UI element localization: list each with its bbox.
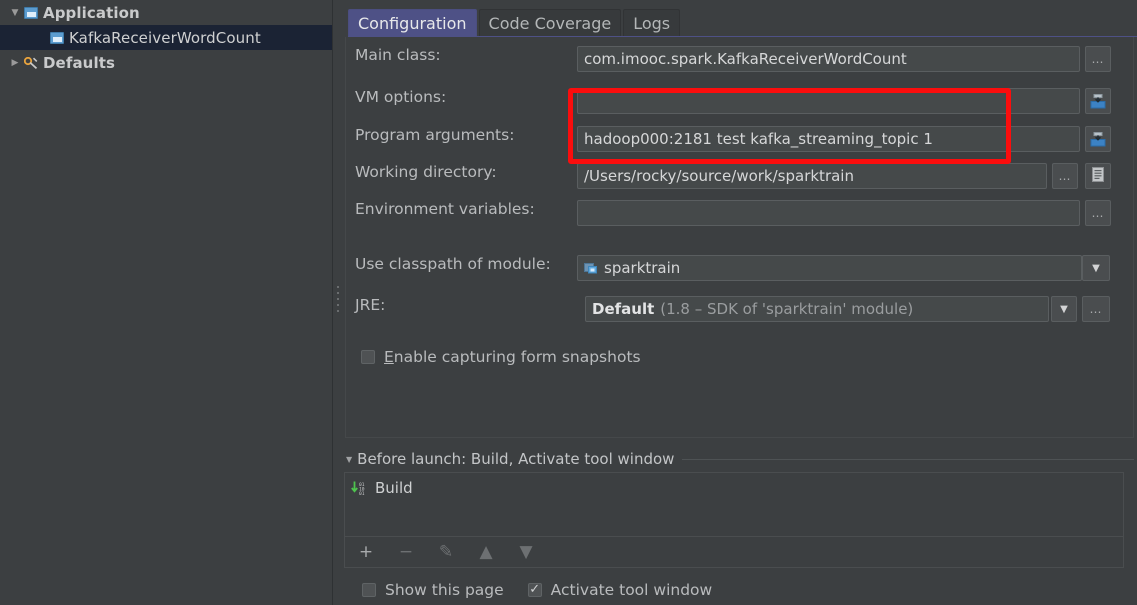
splitter-dot: [336, 304, 339, 306]
sidebar-item-application[interactable]: ▼ Application: [0, 0, 332, 25]
splitter-dot: [336, 298, 339, 300]
main-class-value: com.imooc.spark.KafkaReceiverWordCount: [584, 50, 907, 68]
splitter-dot: [336, 286, 339, 288]
show-this-page-checkbox[interactable]: [362, 583, 376, 597]
document-icon: [1092, 167, 1104, 185]
tab-code-coverage[interactable]: Code Coverage: [478, 9, 622, 37]
chevron-down-icon[interactable]: ▼: [6, 8, 24, 18]
sidebar-item-defaults[interactable]: ▶ Defaults: [0, 50, 332, 75]
jre-row: JRE:: [355, 296, 385, 314]
list-item[interactable]: 01 10 01 Build: [351, 478, 1123, 498]
splitter-dot: [336, 310, 339, 312]
insert-macro-icon-svg: [1090, 93, 1106, 108]
environment-variables-input[interactable]: [577, 200, 1080, 226]
main-class-row: Main class:: [355, 46, 441, 64]
check-icon: ✓: [529, 581, 541, 597]
wrench-icon: [23, 56, 38, 70]
chevron-down-icon[interactable]: ▼: [346, 455, 352, 464]
application-icon: [24, 6, 38, 19]
enable-capturing-row[interactable]: Enable capturing form snapshots: [361, 348, 641, 366]
program-arguments-insert-macro-button[interactable]: [1085, 126, 1111, 152]
working-directory-macro-button[interactable]: [1085, 163, 1111, 189]
jre-browse-button[interactable]: …: [1082, 296, 1110, 322]
before-launch-divider: [682, 458, 1134, 460]
working-directory-browse-button[interactable]: …: [1052, 163, 1078, 189]
configurations-tree-sidebar: ▼ Application KafkaReceiverWordCount ▶ D…: [0, 0, 333, 605]
use-classpath-value: sparktrain: [604, 259, 681, 277]
activate-tool-window-checkbox[interactable]: ✓: [527, 581, 542, 597]
use-classpath-combo[interactable]: sparktrain: [577, 255, 1082, 281]
remove-button[interactable]: −: [397, 543, 415, 561]
add-button[interactable]: +: [357, 543, 375, 561]
editor-tabs: Configuration Code Coverage Logs: [348, 8, 682, 37]
show-this-page-group[interactable]: Show this page: [362, 581, 504, 599]
jre-dropdown-arrow[interactable]: ▼: [1051, 296, 1077, 322]
working-directory-label: Working directory:: [355, 163, 497, 181]
vm-options-input[interactable]: [577, 88, 1080, 114]
panel-splitter-handle[interactable]: [334, 282, 341, 316]
run-debug-configurations-dialog: ▼ Application KafkaReceiverWordCount ▶ D…: [0, 0, 1137, 605]
before-launch-title: Before launch: Build, Activate tool wind…: [357, 450, 675, 468]
wrench-icon-svg: [23, 56, 38, 70]
chevron-right-icon[interactable]: ▶: [6, 58, 24, 68]
insert-macro-icon: [1090, 93, 1106, 109]
vm-options-label: VM options:: [355, 88, 447, 106]
jre-label: JRE:: [355, 296, 386, 314]
main-class-label: Main class:: [355, 46, 441, 64]
enable-capturing-label: Enable capturing form snapshots: [384, 348, 641, 366]
sidebar-item-label: Defaults: [43, 53, 115, 72]
move-up-button[interactable]: ▲: [477, 543, 495, 561]
vm-options-row: VM options:: [355, 88, 446, 106]
environment-variables-label: Environment variables:: [355, 200, 535, 218]
vm-options-insert-macro-button[interactable]: [1085, 88, 1111, 114]
use-classpath-row: Use classpath of module:: [355, 255, 551, 273]
before-launch-panel: 01 10 01 Build + − ✎ ▲ ▼: [344, 472, 1124, 568]
activate-tool-window-group[interactable]: ✓ Activate tool window: [527, 581, 713, 599]
main-class-input[interactable]: com.imooc.spark.KafkaReceiverWordCount: [577, 46, 1080, 72]
enable-capturing-checkbox[interactable]: [361, 350, 375, 364]
tab-configuration[interactable]: Configuration: [348, 9, 477, 37]
use-classpath-label: Use classpath of module:: [355, 255, 551, 273]
application-icon: [50, 31, 64, 44]
working-directory-row: Working directory:: [355, 163, 497, 181]
use-classpath-dropdown-arrow[interactable]: ▼: [1082, 255, 1110, 281]
document-icon-svg: [1092, 167, 1104, 182]
before-launch-header[interactable]: ▼ Before launch: Build, Activate tool wi…: [346, 450, 1134, 468]
program-arguments-row: Program arguments:: [355, 126, 514, 144]
jre-value: Default: [592, 300, 655, 318]
jre-combo[interactable]: Default (1.8 – SDK of 'sparktrain' modul…: [585, 296, 1049, 322]
move-down-button[interactable]: ▼: [517, 543, 535, 561]
working-directory-input[interactable]: /Users/rocky/source/work/sparktrain: [577, 163, 1047, 189]
before-launch-options: Show this page ✓ Activate tool window: [362, 581, 736, 599]
show-this-page-label: Show this page: [385, 581, 504, 599]
program-arguments-input[interactable]: hadoop000:2181 test kafka_streaming_topi…: [577, 126, 1080, 152]
enable-capturing-label-rest: nable capturing form snapshots: [393, 348, 641, 366]
environment-variables-browse-button[interactable]: …: [1085, 200, 1111, 226]
insert-macro-icon: [1090, 131, 1106, 147]
sidebar-item-label: KafkaReceiverWordCount: [69, 28, 261, 47]
insert-macro-icon-svg: [1090, 131, 1106, 146]
build-icon: 01 10 01: [351, 481, 369, 496]
main-class-browse-button[interactable]: …: [1085, 46, 1111, 72]
activate-tool-window-label: Activate tool window: [550, 581, 713, 599]
environment-variables-row: Environment variables:: [355, 200, 535, 218]
working-directory-value: /Users/rocky/source/work/sparktrain: [584, 167, 854, 185]
program-arguments-value: hadoop000:2181 test kafka_streaming_topi…: [584, 130, 933, 148]
list-item-label: Build: [375, 479, 413, 497]
before-launch-toolbar: + − ✎ ▲ ▼: [345, 537, 1123, 567]
module-icon: [584, 262, 598, 274]
edit-button[interactable]: ✎: [437, 543, 455, 561]
program-arguments-label: Program arguments:: [355, 126, 515, 144]
tab-logs[interactable]: Logs: [623, 9, 681, 37]
svg-text:01: 01: [359, 491, 365, 496]
sidebar-item-label: Application: [43, 3, 140, 22]
sidebar-item-kafkareceiverwordcount[interactable]: KafkaReceiverWordCount: [0, 25, 332, 50]
module-icon-svg: [584, 263, 597, 274]
splitter-dot: [336, 292, 339, 294]
jre-value-hint: (1.8 – SDK of 'sparktrain' module): [660, 300, 914, 318]
before-launch-task-list[interactable]: 01 10 01 Build: [345, 473, 1123, 537]
build-icon-svg: 01 10 01: [351, 481, 365, 496]
